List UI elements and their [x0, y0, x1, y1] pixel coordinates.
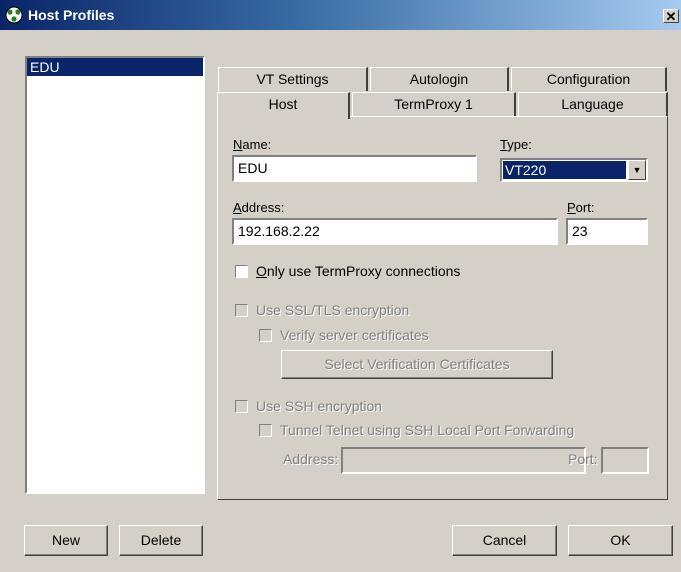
use-ssl-checkbox[interactable]: [235, 304, 248, 317]
verify-certs-checkbox[interactable]: [259, 329, 272, 342]
type-selected-value: VT220: [503, 161, 626, 179]
name-label: Name:: [233, 137, 272, 152]
tab-vt-settings[interactable]: VT Settings: [218, 67, 368, 91]
port-label: Port:: [567, 200, 595, 215]
tunnel-telnet-checkbox[interactable]: [259, 424, 272, 437]
address-label: Address:: [233, 200, 285, 215]
title-bar: Host Profiles ✕: [0, 0, 681, 30]
cancel-button[interactable]: Cancel: [452, 525, 557, 556]
use-ssl-label: Use SSL/TLS encryption: [256, 302, 410, 318]
select-verification-certificates-button[interactable]: Select Verification Certificates: [281, 350, 553, 379]
close-icon[interactable]: ✕: [663, 9, 679, 23]
tunnel-telnet-label: Tunnel Telnet using SSH Local Port Forwa…: [280, 422, 575, 438]
only-termproxy-checkbox[interactable]: [235, 265, 248, 278]
tab-autologin[interactable]: Autologin: [370, 67, 509, 91]
chevron-down-icon[interactable]: ▼: [628, 160, 646, 180]
ssh-port-label: Port:: [568, 451, 598, 467]
verify-certs-label: Verify server certificates: [280, 327, 429, 343]
use-ssh-checkbox[interactable]: [235, 400, 248, 413]
tab-language[interactable]: Language: [518, 92, 668, 116]
window-title: Host Profiles: [28, 7, 115, 23]
host-tab-panel: Name: EDU Type: VT220 ▼ Address: 192.168…: [217, 116, 668, 500]
ssh-address-field[interactable]: [341, 447, 586, 474]
type-label: Type:: [500, 137, 532, 152]
profile-list[interactable]: EDU: [25, 56, 205, 494]
type-select[interactable]: VT220 ▼: [500, 158, 648, 182]
tab-termproxy-1[interactable]: TermProxy 1: [352, 92, 516, 116]
tab-configuration[interactable]: Configuration: [511, 67, 667, 91]
ok-button[interactable]: OK: [568, 525, 673, 556]
name-field[interactable]: EDU: [232, 155, 477, 182]
use-ssh-label: Use SSH encryption: [256, 398, 383, 414]
address-field[interactable]: 192.168.2.22: [232, 218, 558, 245]
ssh-address-label: Address:: [283, 451, 339, 467]
list-item[interactable]: EDU: [27, 58, 203, 76]
ssh-port-field[interactable]: [601, 447, 649, 474]
port-field[interactable]: 23: [566, 218, 648, 245]
new-button[interactable]: New: [24, 525, 108, 556]
host-profiles-icon: [5, 6, 23, 24]
only-termproxy-label: Only use TermProxy connections: [256, 263, 461, 279]
tab-host[interactable]: Host: [217, 92, 350, 119]
delete-button[interactable]: Delete: [119, 525, 203, 556]
